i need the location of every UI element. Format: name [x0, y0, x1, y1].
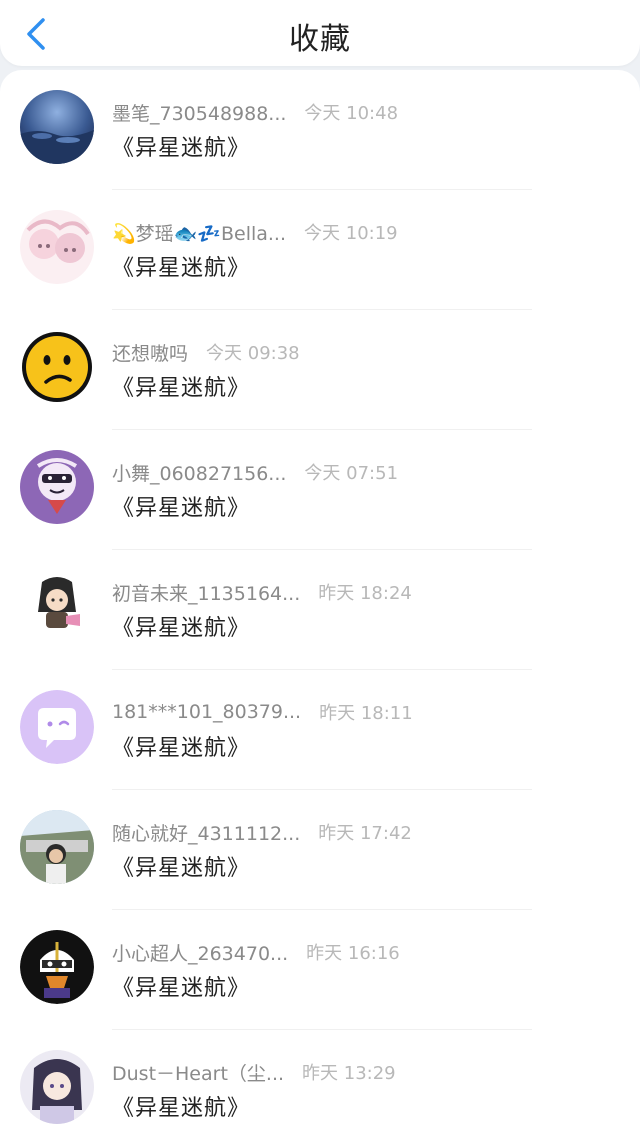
- list-item[interactable]: 随心就好_4311112... 昨天 17:42 《异星迷航》: [0, 790, 640, 910]
- avatar: [20, 810, 94, 884]
- list-item[interactable]: 小舞_060827156... 今天 07:51 《异星迷航》: [0, 430, 640, 550]
- favorite-title: 《异星迷航》: [112, 496, 251, 521]
- avatar: [20, 450, 94, 524]
- favorite-title: 《异星迷航》: [112, 376, 251, 401]
- user-name: Dust－Heart（尘...: [112, 1062, 285, 1085]
- timestamp: 今天 07:51: [304, 463, 399, 484]
- timestamp: 今天 10:19: [304, 223, 398, 244]
- user-name: 墨笔_730548988...: [112, 102, 287, 125]
- favorite-title: 《异星迷航》: [112, 256, 251, 281]
- avatar: [20, 690, 94, 764]
- favorite-title: 《异星迷航》: [112, 856, 251, 881]
- user-name: 还想嗷吗: [112, 342, 189, 365]
- avatar: [22, 332, 92, 402]
- list-item[interactable]: 181***101_80379... 昨天 18:11 《异星迷航》: [0, 670, 640, 790]
- favorite-title: 《异星迷航》: [112, 616, 251, 641]
- page-title: 收藏: [289, 22, 351, 57]
- top-bar: 收藏: [0, 0, 640, 66]
- favorite-title: 《异星迷航》: [112, 976, 251, 1001]
- avatar: [20, 90, 94, 164]
- timestamp: 昨天 13:29: [302, 1063, 396, 1084]
- user-name: 随心就好_4311112...: [112, 822, 301, 845]
- avatar: [20, 930, 94, 1004]
- list-item[interactable]: 还想嗷吗 今天 09:38 《异星迷航》: [0, 310, 640, 430]
- favorite-title: 《异星迷航》: [112, 136, 251, 161]
- timestamp: 昨天 18:11: [319, 703, 413, 724]
- favorite-title: 《异星迷航》: [112, 1096, 251, 1121]
- user-name: 💫梦瑶🐟💤Bella...: [112, 222, 287, 245]
- timestamp: 今天 10:48: [304, 103, 399, 124]
- user-name: 小舞_060827156...: [112, 462, 287, 485]
- avatar: [20, 570, 94, 644]
- avatar: [20, 1050, 94, 1124]
- list-item[interactable]: Dust－Heart（尘... 昨天 13:29 《异星迷航》: [0, 1030, 640, 1143]
- avatar: [20, 210, 94, 284]
- user-name: 小心超人_263470...: [112, 942, 289, 965]
- list-item[interactable]: 墨笔_730548988... 今天 10:48 《异星迷航》: [0, 70, 640, 190]
- list-item[interactable]: 初音未来_1135164... 昨天 18:24 《异星迷航》: [0, 550, 640, 670]
- favorites-page: 收藏 墨笔_730548988... 今天 10:48 《异星迷航》 💫梦瑶🐟💤…: [0, 0, 640, 1143]
- favorite-title: 《异星迷航》: [112, 736, 251, 761]
- user-name: 初音未来_1135164...: [112, 582, 301, 605]
- favorites-list-card: 墨笔_730548988... 今天 10:48 《异星迷航》 💫梦瑶🐟💤Bel…: [0, 70, 640, 1143]
- list-item[interactable]: 小心超人_263470... 昨天 16:16 《异星迷航》: [0, 910, 640, 1030]
- user-name: 181***101_80379...: [112, 701, 302, 723]
- timestamp: 今天 09:38: [206, 343, 300, 364]
- timestamp: 昨天 18:24: [318, 583, 412, 604]
- list-item[interactable]: 💫梦瑶🐟💤Bella... 今天 10:19 《异星迷航》: [0, 190, 640, 310]
- timestamp: 昨天 17:42: [318, 823, 412, 844]
- timestamp: 昨天 16:16: [306, 943, 400, 964]
